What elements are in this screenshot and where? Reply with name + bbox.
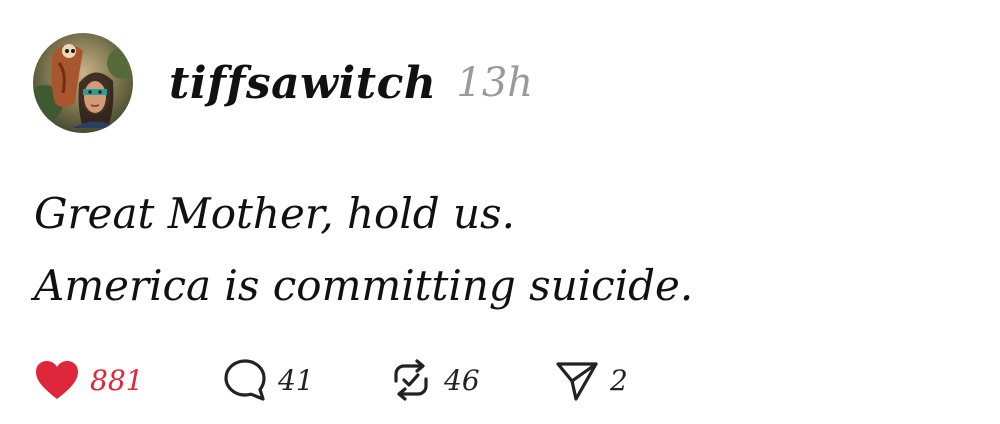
post-header: tiffsawitch 13h: [33, 33, 533, 133]
repost-button[interactable]: 46: [388, 356, 480, 404]
share-count: 2: [610, 363, 628, 397]
paper-plane-icon: [554, 357, 600, 403]
repost-icon: [388, 357, 434, 403]
post-text-line: America is committing suicide.: [34, 261, 694, 310]
avatar-image: [33, 33, 133, 133]
like-count: 881: [90, 363, 144, 397]
post-text-line: Great Mother, hold us.: [34, 189, 515, 238]
heart-icon: [34, 359, 80, 401]
post-actions: 881 41 46 2: [34, 356, 754, 404]
reply-button[interactable]: 41: [222, 356, 314, 404]
reply-count: 41: [278, 363, 314, 397]
post-card: tiffsawitch 13h Great Mother, hold us. A…: [0, 0, 1000, 424]
like-button[interactable]: 881: [34, 356, 143, 404]
repost-count: 46: [444, 363, 480, 397]
username[interactable]: tiffsawitch: [169, 58, 436, 109]
share-button[interactable]: 2: [554, 356, 628, 404]
speech-bubble-icon: [222, 357, 268, 403]
post-timestamp: 13h: [456, 60, 534, 106]
avatar[interactable]: [33, 33, 133, 133]
post-body: Great Mother, hold us. America is commit…: [34, 178, 693, 322]
